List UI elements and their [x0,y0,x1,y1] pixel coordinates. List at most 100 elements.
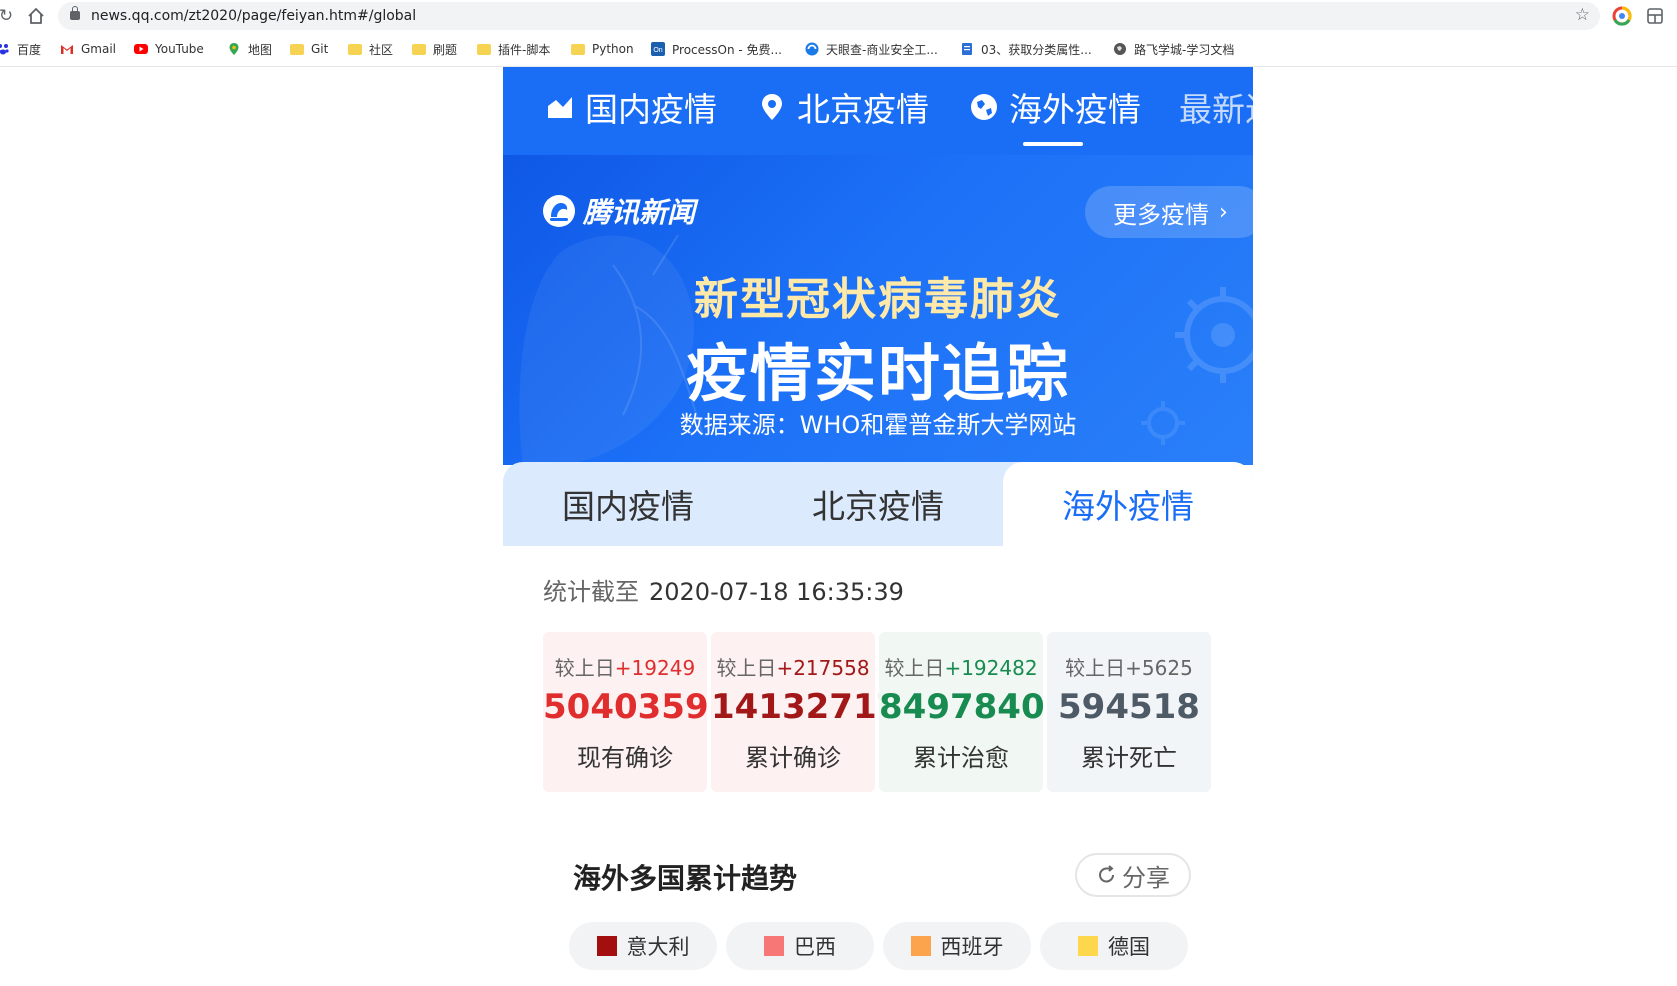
bookmark-label: YouTube [155,42,204,56]
home-icon[interactable] [24,4,48,28]
doc-icon [962,43,972,55]
share-button[interactable]: 分享 [1075,853,1191,897]
folder-icon [477,44,491,55]
folder-icon [348,44,362,55]
stat-label: 累计死亡 [1081,744,1177,772]
bookmark-label: 地图 [248,42,273,57]
tianyancha-icon [805,42,819,56]
bookmark-label: ProcessOn - 免费... [672,42,782,57]
stat-card-total-deaths: 较上日+5625 594518 累计死亡 [1047,632,1211,792]
bookmark-item[interactable]: 百度 [0,38,41,60]
bookmark-label: Gmail [81,42,117,56]
top-navigation: 国内疫情 北京疫情 海外疫情 最新进 [503,67,1253,155]
overseas-trend-section: 海外多国累计趋势 分享 意大利 巴西 西班牙 德国 [543,837,1213,986]
stat-card-total-recovered: 较上日+192482 8497840 累计治愈 [879,632,1045,792]
legend-swatch [596,936,617,956]
legend-item-brazil[interactable]: 巴西 [726,922,874,970]
bookmark-item[interactable]: 地图 [227,38,272,60]
bookmark-item[interactable]: On ProcessOn - 免费... [651,38,782,60]
legend-swatch [1078,936,1098,956]
bookmarks-bar: 百度 Gmail YouTube 地图 Git 社区 刷题 插件-脚本 Pyth… [0,38,1677,60]
bookmark-item[interactable]: 路飞学城-学习文档 [1113,38,1234,60]
bookmark-item[interactable]: 插件-脚本 [477,38,550,60]
active-nav-indicator [1023,142,1083,146]
nav-item-domestic[interactable]: 国内疫情 [545,85,717,129]
stat-value: 8497840 [879,687,1045,727]
stat-value: 5040359 [543,687,709,727]
globe-icon [1114,43,1126,55]
nav-item-label: 海外疫情 [1009,90,1141,129]
more-button-label: 更多疫情 [1113,200,1209,229]
share-label: 分享 [1122,863,1170,892]
reload-icon[interactable]: ↻ [0,4,18,28]
region-tabs: 国内疫情 北京疫情 海外疫情 [503,462,1253,546]
nav-item-label: 国内疫情 [585,90,717,129]
tencent-news-icon [543,195,575,227]
baidu-icon [0,44,9,55]
bookmark-label: 百度 [17,42,42,57]
stat-delta: 较上日+217558 [716,656,870,680]
processon-icon: On [651,42,665,56]
bookmark-item[interactable]: Git [290,38,328,60]
share-icon [1099,865,1114,883]
tab-beijing[interactable]: 北京疫情 [753,462,1003,546]
bookmark-item[interactable]: 社区 [348,38,393,60]
bookmark-item[interactable]: 天眼查-商业安全工... [805,38,938,60]
bookmark-label: 路飞学城-学习文档 [1134,42,1235,57]
bookmark-item[interactable]: YouTube [134,38,204,60]
chevron-right-icon: › [1219,199,1228,225]
extension-puzzle-icon[interactable] [1645,6,1665,26]
stat-delta-value: +19249 [614,656,696,680]
url-text[interactable]: news.qq.com/zt2020/page/feiyan.htm#/glob… [91,8,416,24]
chrome-extension-icon[interactable] [1612,6,1632,26]
browser-window: ↻ news.qq.com/zt2020/page/feiyan.htm#/gl… [0,0,1677,986]
bookmark-label: Git [311,42,329,56]
brand-name: 腾讯新闻 [583,196,696,229]
section-title: 海外多国累计趋势 [573,862,798,895]
stat-delta: 较上日+19249 [554,656,696,680]
maps-icon [229,43,239,55]
stat-label: 现有确诊 [577,744,673,772]
stat-delta-value: +217558 [776,656,870,680]
folder-icon [571,44,585,55]
tab-domestic[interactable]: 国内疫情 [503,462,753,546]
folder-icon [412,44,426,55]
hero-banner: 腾讯新闻 更多疫情 › 新型冠状病毒肺炎 疫情实时追踪 数据来源：WHO和霍普金… [503,155,1253,465]
youtube-icon [134,44,148,54]
tab-overseas[interactable]: 海外疫情 [1003,462,1253,546]
legend-label: 西班牙 [940,935,1004,959]
stat-label: 累计治愈 [913,744,1009,772]
nav-item-label: 最新进 [1179,90,1253,129]
banner-title-line1: 新型冠状病毒肺炎 [694,274,1062,325]
nav-item-latest[interactable]: 最新进 [1179,85,1253,129]
stat-delta: 较上日+192482 [884,656,1038,680]
browser-toolbar: ↻ news.qq.com/zt2020/page/feiyan.htm#/gl… [0,0,1677,67]
stat-value: 14132717 [711,687,901,727]
bookmark-item[interactable]: Python [571,38,634,60]
bookmark-label: 插件-脚本 [498,42,551,57]
bookmark-star-icon[interactable]: ☆ [1575,5,1590,25]
stat-delta-value: +5625 [1125,656,1193,680]
stats-cards: 较上日+19249 5040359 现有确诊 较上日+217558 141327… [543,632,1213,792]
banner-title-line2: 疫情实时追踪 [685,337,1070,410]
more-epidemic-button[interactable]: 更多疫情 › [1085,186,1253,238]
legend-item-spain[interactable]: 西班牙 [883,922,1031,970]
bookmark-item[interactable]: 刷题 [412,38,457,60]
bookmark-label: 刷题 [433,42,458,57]
legend-label: 意大利 [626,935,690,959]
svg-text:On: On [653,47,662,54]
stats-time-label: 统计截至 [543,578,639,606]
bookmark-label: 天眼查-商业安全工... [826,42,938,57]
bookmark-item[interactable]: 03、获取分类属性... [960,38,1092,60]
address-bar[interactable]: news.qq.com/zt2020/page/feiyan.htm#/glob… [58,2,1600,30]
legend-item-germany[interactable]: 德国 [1040,922,1188,970]
stats-time-value: 2020-07-18 16:35:39 [649,578,904,606]
legend-item-italy[interactable]: 意大利 [569,922,717,970]
globe-icon [971,94,997,120]
page-content: 国内疫情 北京疫情 海外疫情 最新进 [503,67,1253,986]
nav-item-overseas[interactable]: 海外疫情 [969,85,1141,129]
nav-item-beijing[interactable]: 北京疫情 [757,85,929,129]
chart-icon [548,97,572,118]
stat-card-current-confirmed: 较上日+19249 5040359 现有确诊 [543,632,709,792]
bookmark-item[interactable]: Gmail [60,38,116,60]
